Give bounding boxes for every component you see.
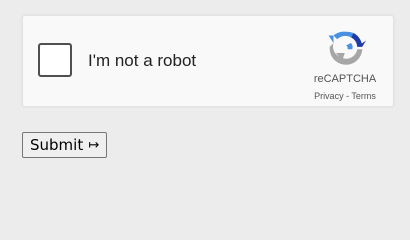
submit-label: Submit (30, 136, 84, 154)
recaptcha-logo-icon (328, 31, 366, 65)
recaptcha-label: I'm not a robot (88, 51, 197, 70)
recaptcha-branding: reCAPTCHA Privacy - Terms (307, 26, 383, 102)
recaptcha-checkbox[interactable] (38, 43, 72, 77)
arrow-right-icon: ↦ (88, 137, 100, 153)
recaptcha-widget: I'm not a robot reCAPTCHA Privacy - Term… (22, 15, 394, 107)
terms-link[interactable]: Terms (351, 91, 376, 101)
recaptcha-brand-name: reCAPTCHA (313, 73, 377, 85)
privacy-link[interactable]: Privacy (314, 91, 344, 101)
submit-button[interactable]: Submit ↦ (22, 132, 108, 158)
recaptcha-links: Privacy - Terms (303, 91, 387, 101)
